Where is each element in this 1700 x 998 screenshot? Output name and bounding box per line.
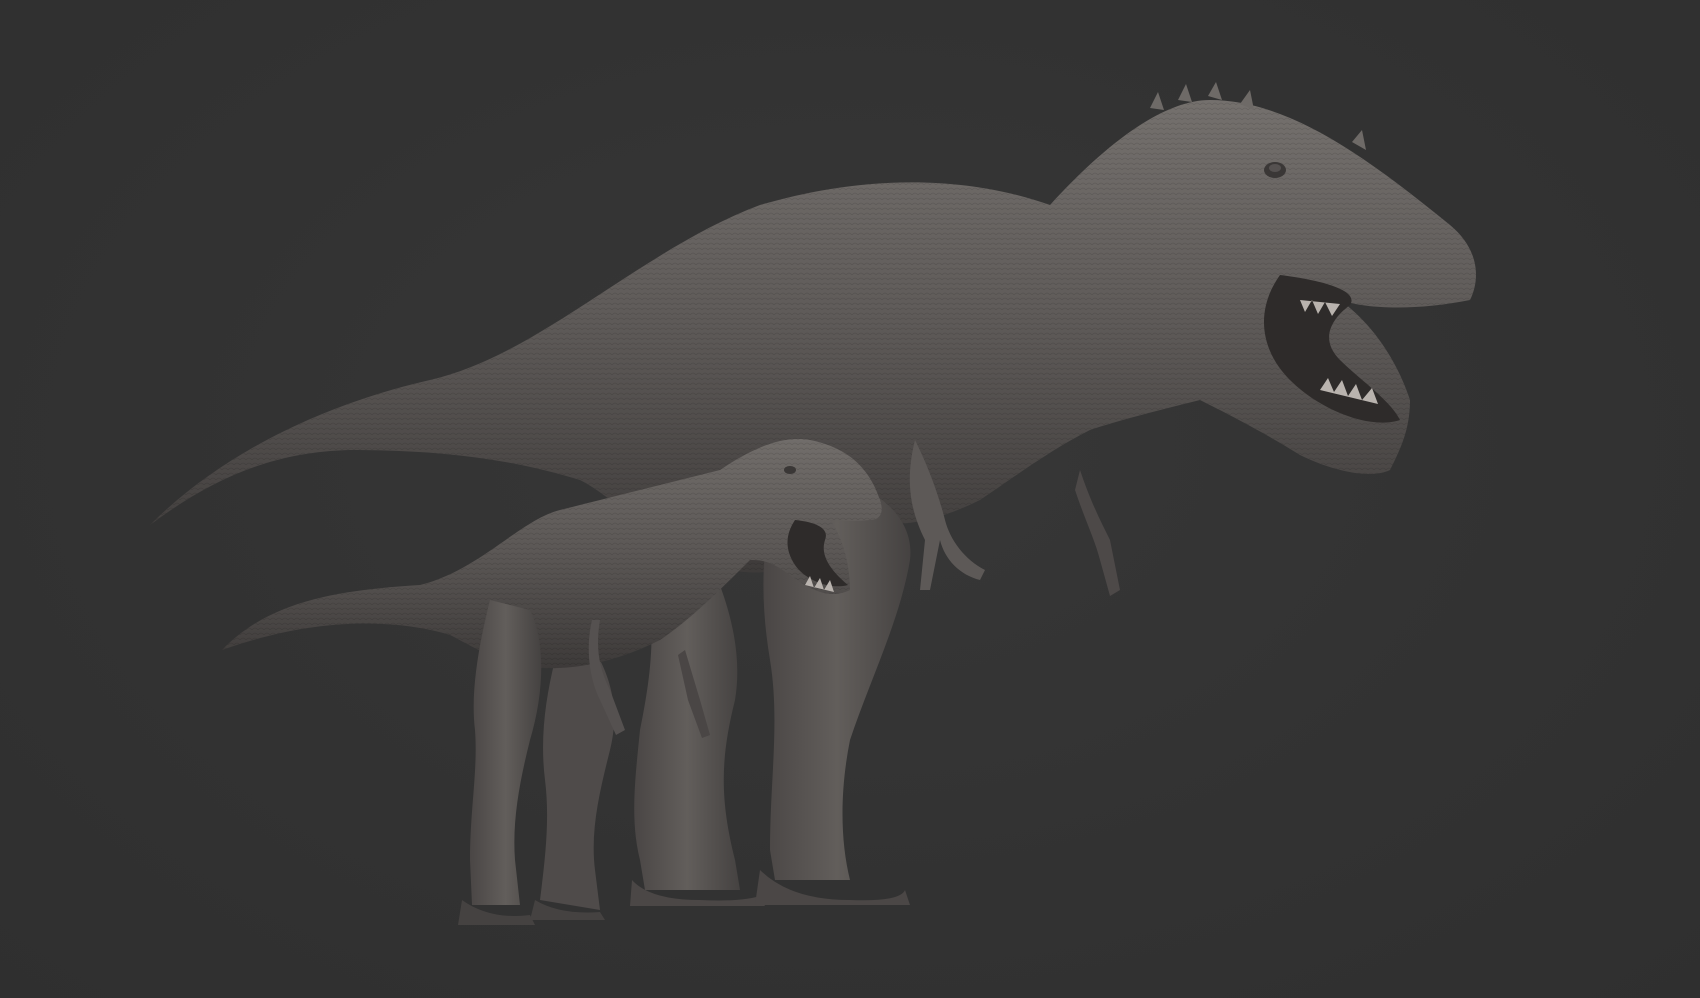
juvenile-eye — [784, 466, 796, 474]
adult-far-arm — [1075, 470, 1120, 596]
dinosaur-sculpt-render — [150, 82, 1476, 925]
render-viewport — [0, 0, 1700, 998]
juvenile-near-leg — [470, 600, 542, 905]
